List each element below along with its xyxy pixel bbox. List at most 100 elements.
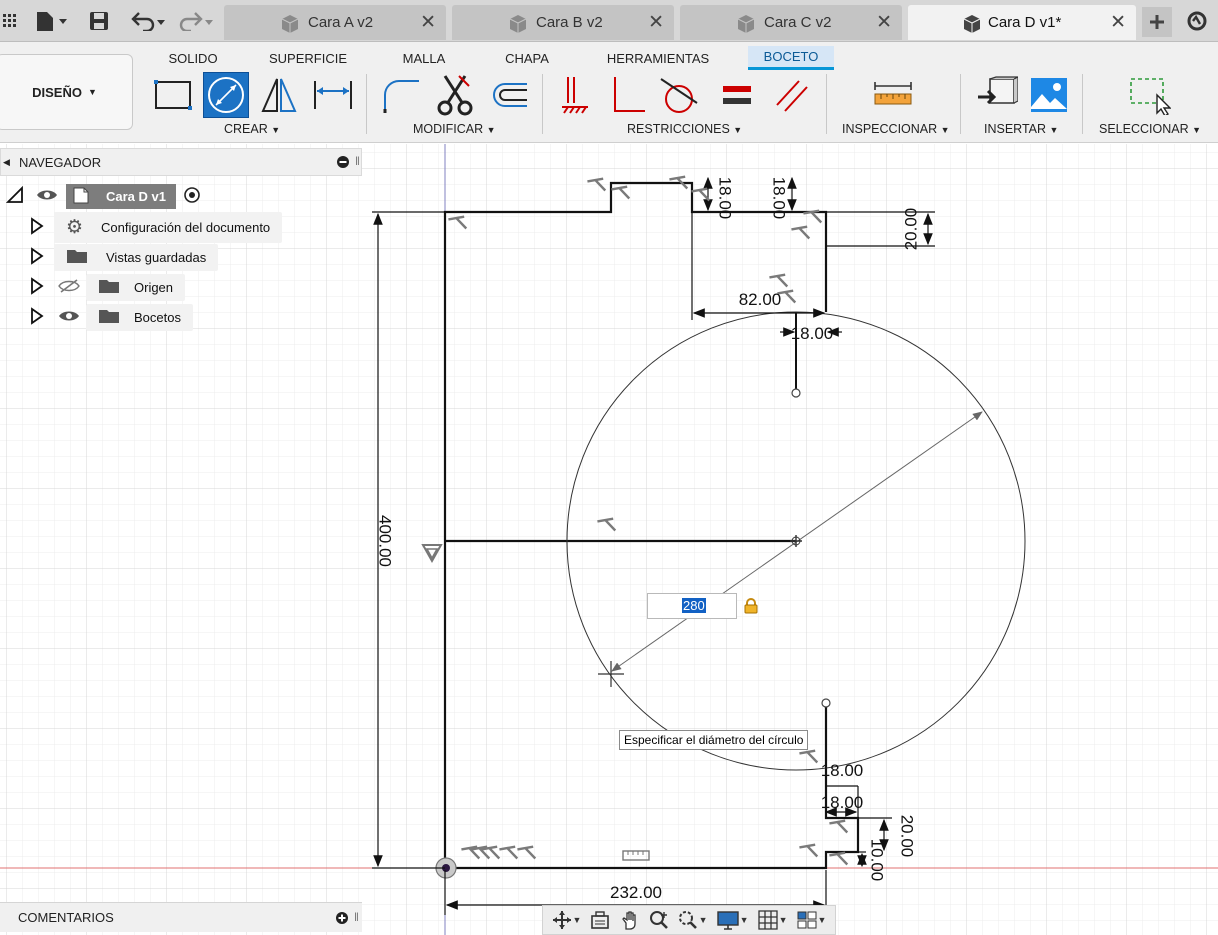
dimension-tool[interactable]	[310, 72, 356, 118]
trim-scissors-tool[interactable]	[432, 72, 478, 118]
insert-canvas-image-icon[interactable]	[1026, 72, 1072, 118]
sketch-point[interactable]	[821, 698, 831, 708]
navigator-header[interactable]: ◀ NAVEGADOR ‖	[0, 148, 362, 176]
tab-herramientas[interactable]: HERRAMIENTAS	[596, 46, 720, 70]
circle-diameter-tool[interactable]	[203, 72, 249, 118]
chevron-down-icon: ▼	[940, 125, 950, 135]
comments-panel[interactable]: COMENTARIOS ‖	[0, 902, 362, 932]
tree-item-document-settings[interactable]: ⚙ Configuración del documento	[30, 211, 283, 243]
component-doc-icon	[70, 186, 92, 207]
sketch-point[interactable]	[791, 388, 801, 398]
look-at-icon[interactable]	[590, 911, 610, 929]
root-component-pill[interactable]: Cara D v1	[66, 183, 176, 209]
chevron-down-icon: ▼	[87, 87, 97, 97]
dim-232: 232.00	[610, 883, 662, 902]
tree-item-sketches[interactable]: Bocetos	[30, 303, 193, 331]
expand-triangle-icon[interactable]	[5, 185, 24, 207]
display-settings-icon[interactable]: ▼	[716, 910, 749, 930]
select-window-icon[interactable]	[1124, 72, 1174, 118]
viewports-icon[interactable]: ▼	[797, 911, 826, 929]
tab-malla[interactable]: MALLA	[386, 46, 462, 70]
minimize-panel-icon[interactable]	[336, 155, 350, 172]
orbit-icon[interactable]: ▼	[552, 910, 581, 930]
tree-item-saved-views[interactable]: Vistas guardadas	[30, 243, 219, 271]
insert-derive-icon[interactable]	[974, 72, 1020, 118]
chevron-down-icon: ▼	[271, 125, 281, 135]
expand-caret-icon[interactable]	[30, 276, 44, 298]
chevron-down-icon: ▼	[486, 125, 496, 135]
pan-hand-icon[interactable]	[620, 910, 640, 930]
restricciones-group-label[interactable]: RESTRICCIONES ▼	[627, 122, 742, 136]
tab-cara-a[interactable]: Cara A v2 ✕	[224, 5, 446, 40]
tab-solido[interactable]: SOLIDO	[156, 46, 230, 70]
dim-10-b: 10.00	[868, 839, 887, 882]
new-tab-plus-icon[interactable]	[1142, 7, 1172, 37]
tab-boceto[interactable]: BOCETO	[748, 46, 834, 70]
diameter-value[interactable]: 280	[682, 598, 706, 613]
apps-grid-icon[interactable]	[0, 8, 20, 34]
component-cube-icon	[962, 14, 982, 38]
inspeccionar-group-label[interactable]: INSPECCIONAR ▼	[842, 122, 950, 136]
navigation-bar: ▼ ▼ ▼ ▼ ▼	[542, 905, 836, 935]
panel-grip-icon[interactable]: ‖	[354, 910, 359, 924]
workspace-label: DISEÑO	[32, 84, 82, 100]
tab-cara-c[interactable]: Cara C v2 ✕	[680, 5, 902, 40]
coincident-constraint-icon[interactable]	[552, 72, 598, 118]
grid-settings-icon[interactable]: ▼	[757, 910, 787, 930]
tab-cara-d[interactable]: Cara D v1* ✕	[908, 5, 1136, 40]
mirror-tool[interactable]	[256, 72, 302, 118]
expand-caret-icon[interactable]	[30, 246, 44, 268]
dim-18-top2: 18.00	[770, 177, 789, 220]
redo-icon[interactable]	[176, 8, 216, 34]
eye-icon[interactable]	[58, 309, 80, 326]
chevron-down-icon: ▼	[1049, 125, 1059, 135]
zoom-icon[interactable]	[649, 910, 669, 930]
perpendicular-constraint-icon[interactable]	[604, 72, 650, 118]
dim-82: 82.00	[739, 290, 782, 309]
modificar-group-label[interactable]: MODIFICAR ▼	[413, 122, 496, 136]
tree-item-pill: Vistas guardadas	[54, 243, 219, 271]
close-tab-icon[interactable]: ✕	[420, 11, 436, 34]
diameter-input[interactable]: 280	[647, 593, 737, 619]
divider	[826, 74, 827, 134]
tangent-constraint-icon[interactable]	[656, 72, 702, 118]
tree-item-origin[interactable]: Origen	[30, 273, 186, 301]
seleccionar-group-label[interactable]: SELECCIONAR ▼	[1099, 122, 1201, 136]
measure-ruler-icon[interactable]	[868, 72, 918, 118]
tab-chapa[interactable]: CHAPA	[490, 46, 564, 70]
close-tab-icon[interactable]: ✕	[648, 11, 664, 34]
tab-label: Cara B v2	[536, 14, 603, 31]
insertar-group-label[interactable]: INSERTAR ▼	[984, 122, 1058, 136]
close-tab-icon[interactable]: ✕	[876, 11, 892, 34]
save-icon[interactable]	[86, 8, 112, 34]
tree-item-pill: Bocetos	[86, 303, 193, 331]
crear-group-label[interactable]: CREAR ▼	[224, 122, 280, 136]
activate-radio-icon[interactable]	[182, 185, 202, 208]
workspace-dropdown[interactable]: DISEÑO ▼	[0, 54, 133, 130]
file-menu-icon[interactable]	[28, 8, 72, 34]
panel-grip-icon[interactable]: ‖	[355, 154, 360, 168]
expand-caret-icon[interactable]	[30, 306, 44, 328]
folder-icon	[98, 278, 120, 297]
tab-cara-b[interactable]: Cara B v2 ✕	[452, 5, 674, 40]
collapse-left-icon[interactable]: ◀	[3, 157, 10, 168]
rectangle-tool[interactable]	[150, 72, 196, 118]
folder-icon	[98, 308, 120, 327]
offset-tool[interactable]	[486, 72, 532, 118]
gear-icon: ⚙	[66, 216, 84, 238]
undo-icon[interactable]	[128, 8, 168, 34]
online-status-icon[interactable]	[1184, 8, 1210, 34]
tree-root[interactable]: Cara D v1	[5, 183, 202, 209]
eye-icon[interactable]	[36, 188, 58, 205]
fillet-tool[interactable]	[378, 72, 424, 118]
zoom-window-icon[interactable]: ▼	[678, 910, 708, 930]
close-tab-icon[interactable]: ✕	[1110, 11, 1126, 34]
expand-caret-icon[interactable]	[30, 216, 44, 238]
dim-20-top: 20.00	[901, 208, 920, 251]
add-comment-icon[interactable]	[335, 911, 349, 928]
equal-constraint-icon[interactable]	[714, 72, 760, 118]
parallel-constraint-icon[interactable]	[768, 72, 814, 118]
tree-item-label: Vistas guardadas	[106, 249, 207, 265]
eye-hidden-icon[interactable]	[58, 278, 80, 297]
tab-superficie[interactable]: SUPERFICIE	[260, 46, 356, 70]
